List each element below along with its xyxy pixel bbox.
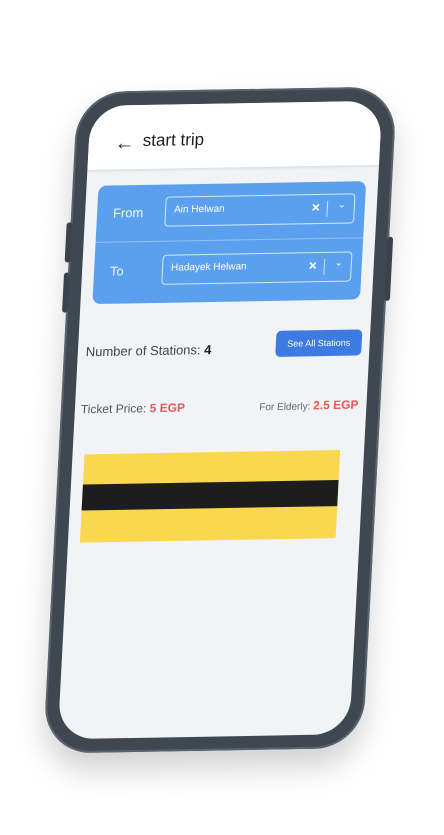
ticket-price: Ticket Price: 5 EGP	[81, 401, 186, 417]
to-select[interactable]: Hadayek Helwan × ⌄	[161, 251, 353, 285]
app-bar: ← start trip	[87, 100, 383, 170]
see-all-stations-button[interactable]: See All Stations	[275, 329, 363, 357]
stations-label: Number of Stations:	[85, 342, 202, 360]
close-icon[interactable]: ×	[308, 257, 317, 273]
stations-value: 4	[203, 342, 212, 358]
to-row: To Hadayek Helwan × ⌄	[93, 239, 364, 300]
stations-count: Number of Stations: 4	[85, 342, 211, 359]
phone-screen: ← start trip From Ain Helwan × ⌄ To Hada…	[57, 100, 383, 740]
close-icon[interactable]: ×	[311, 199, 320, 215]
page-title: start trip	[142, 129, 205, 150]
elderly-price-label: For Elderly:	[258, 401, 311, 414]
arrow-left-icon[interactable]: ←	[114, 132, 135, 154]
from-select[interactable]: Ain Helwan × ⌄	[164, 193, 356, 227]
select-divider	[323, 258, 326, 275]
stage: ← start trip From Ain Helwan × ⌄ To Hada…	[0, 0, 444, 835]
elderly-price-value: 2.5 EGP	[312, 397, 359, 413]
from-label: From	[112, 205, 144, 221]
chevron-down-icon[interactable]: ⌄	[334, 258, 343, 269]
ticket-price-label: Ticket Price:	[80, 401, 147, 417]
elderly-price: For Elderly: 2.5 EGP	[259, 398, 359, 414]
chevron-down-icon[interactable]: ⌄	[337, 199, 346, 210]
ticket-image	[79, 449, 341, 543]
from-row: From Ain Helwan × ⌄	[95, 181, 367, 243]
phone-mockup: ← start trip From Ain Helwan × ⌄ To Hada…	[42, 86, 398, 754]
ticket-stripe	[81, 480, 339, 511]
route-card: From Ain Helwan × ⌄ To Hadayek Helwan × …	[92, 181, 367, 305]
to-label: To	[109, 263, 125, 279]
select-divider	[326, 200, 329, 217]
ticket-price-value: 5 EGP	[149, 400, 186, 416]
from-value: Ain Helwan	[173, 203, 225, 216]
to-value: Hadayek Helwan	[170, 261, 247, 274]
